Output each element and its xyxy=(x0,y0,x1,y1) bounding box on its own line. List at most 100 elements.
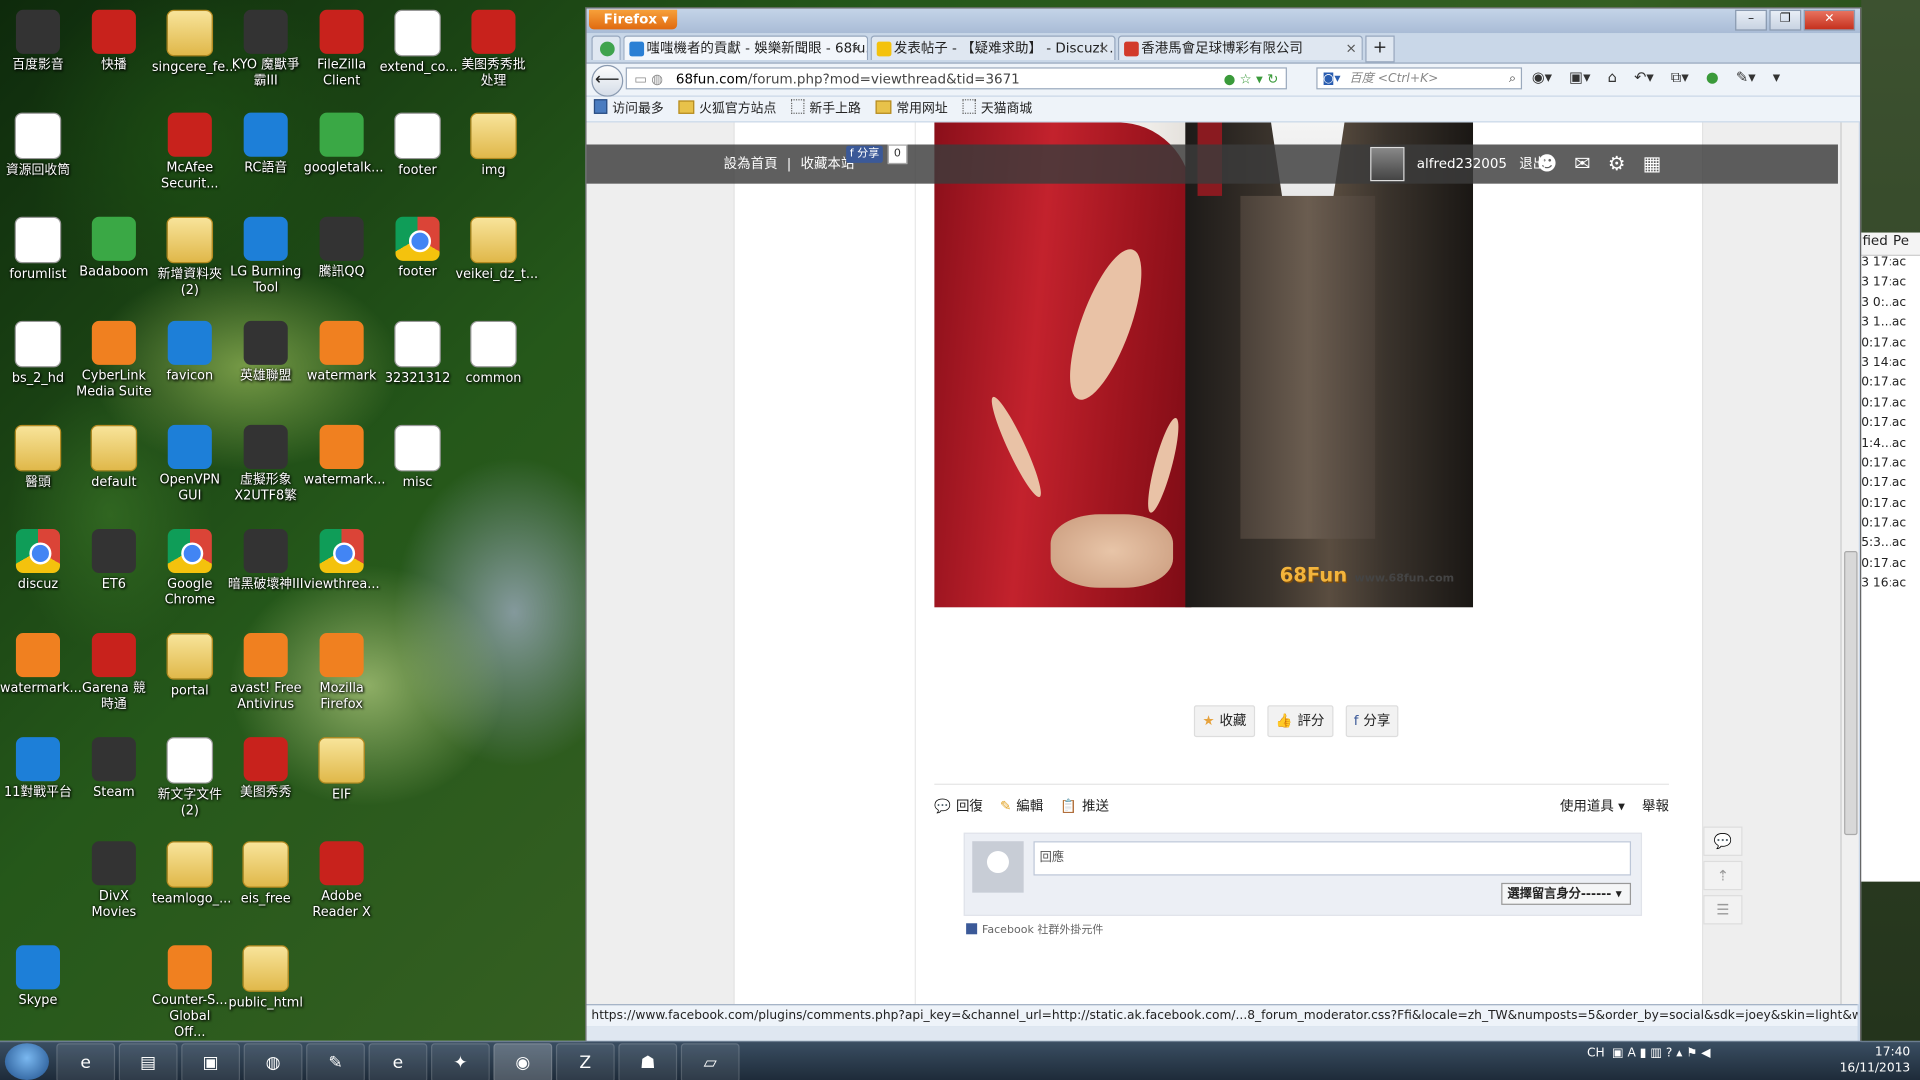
file-list-row[interactable]: 3 14:...ac xyxy=(1860,356,1920,376)
desktop-icon[interactable]: OpenVPN GUI xyxy=(152,424,228,505)
desktop-icon[interactable]: common xyxy=(456,320,532,387)
go-icons[interactable]: ● ☆ ▾ ↻ xyxy=(1224,69,1279,89)
desktop-icon[interactable]: 美图秀秀批处理 xyxy=(456,9,532,90)
file-list-row[interactable]: 3 1... ac xyxy=(1860,316,1920,336)
tab-groups-button[interactable] xyxy=(591,35,621,61)
new-tab-button[interactable]: + xyxy=(1365,35,1395,63)
desktop-icon[interactable]: public_html xyxy=(228,945,304,1011)
reply-button[interactable]: 💬 回復 xyxy=(934,796,983,816)
home-icon[interactable]: ⌂ xyxy=(1608,69,1617,87)
avatar[interactable] xyxy=(1370,146,1405,182)
use-tools-menu[interactable]: 使用道具 ▾ xyxy=(1560,796,1625,816)
desktop-icon[interactable]: portal xyxy=(152,633,228,699)
grid-menu-icon[interactable]: ▦ xyxy=(1643,144,1662,183)
file-list-row[interactable]: 0:17...ac xyxy=(1860,416,1920,436)
gear-icon[interactable]: ⚙ xyxy=(1608,144,1626,183)
desktop-icon[interactable]: DivX Movies xyxy=(76,841,152,921)
taskbar-item-garena[interactable]: ☗ xyxy=(618,1043,678,1080)
set-home-link[interactable]: 設為首頁 xyxy=(724,156,778,172)
desktop-icon[interactable]: Mozilla Firefox xyxy=(304,633,380,713)
minimize-button[interactable]: – xyxy=(1735,9,1767,31)
file-list-row[interactable]: 0:17...ac xyxy=(1860,376,1920,396)
desktop-icon[interactable]: watermark xyxy=(304,320,380,385)
desktop-icon[interactable]: default xyxy=(76,424,152,491)
desktop-icon[interactable]: CyberLink Media Suite xyxy=(76,320,152,401)
desktop-icon[interactable]: watermark... xyxy=(0,633,82,697)
profile-icon[interactable]: ☻ xyxy=(1537,144,1557,183)
desktop-icon[interactable]: Garena 競時通 xyxy=(76,633,152,713)
file-list-row[interactable]: 3 16:...ac xyxy=(1860,577,1920,597)
desktop-icon[interactable]: googletalk... xyxy=(304,112,383,177)
column-modified[interactable]: fied xyxy=(1860,233,1891,255)
desktop-icon[interactable]: 英雄聯盟 xyxy=(228,320,304,385)
back-to-top-icon[interactable]: ⇡ xyxy=(1703,860,1743,891)
desktop-icon[interactable]: 11對戰平台 xyxy=(0,737,76,801)
taskbar-item-filezilla[interactable]: Z xyxy=(555,1043,615,1080)
taskbar-item-chrome[interactable]: ◍ xyxy=(243,1043,303,1080)
desktop-icon[interactable]: Steam xyxy=(76,737,152,801)
bookmark-item[interactable]: 天猫商城 xyxy=(962,97,1032,121)
fb-share-button[interactable]: f 分享 xyxy=(846,145,883,163)
search-input[interactable]: ◙▾ 百度 <Ctrl+K> ⌕ xyxy=(1316,67,1523,91)
extension-icon[interactable]: ✎▾ xyxy=(1736,69,1756,87)
close-window-button[interactable]: ✕ xyxy=(1803,9,1856,31)
menu-overflow-icon[interactable]: ▾ xyxy=(1773,69,1780,87)
search-engine-icon[interactable]: ◙▾ xyxy=(1322,69,1340,91)
desktop-icon[interactable]: EIF xyxy=(304,737,380,803)
taskbar-item-monitor[interactable]: ▣ xyxy=(181,1043,241,1080)
desktop-icon[interactable]: RC語音 xyxy=(228,112,304,177)
desktop-icon[interactable]: watermark... xyxy=(304,424,385,489)
desktop-icon[interactable]: Google Chrome xyxy=(152,528,228,609)
browser-tab[interactable]: 香港馬會足球博彩有限公司 × xyxy=(1117,35,1363,61)
site-identity-icon[interactable]: ▭ ◍ xyxy=(634,69,663,89)
desktop-icon[interactable]: KYO 魔獸爭霸III xyxy=(228,9,304,90)
file-list-row[interactable]: 0:17...ac xyxy=(1860,517,1920,537)
taskbar-item-ie9[interactable]: e xyxy=(368,1043,428,1080)
desktop-icon[interactable]: favicon xyxy=(152,320,228,385)
desktop-icon[interactable]: 美图秀秀 xyxy=(228,737,304,801)
desktop-icon[interactable]: footer xyxy=(380,112,456,179)
file-list-row[interactable]: 0:17...ac xyxy=(1860,477,1920,497)
vertical-scrollbar[interactable] xyxy=(1840,122,1859,1005)
taskbar-item-paint[interactable]: ✎ xyxy=(306,1043,365,1080)
browser-tab[interactable]: 嗤嗤機者的貢獻 - 娛樂新聞眼 - 68fu... × xyxy=(623,35,869,61)
edit-button[interactable]: ✎ 編輯 xyxy=(1000,796,1043,816)
bookmark-item[interactable]: 火狐官方站点 xyxy=(678,97,776,121)
desktop-icon[interactable]: ET6 xyxy=(76,528,152,593)
desktop-icon[interactable]: footer xyxy=(380,216,456,281)
firefox-menu-button[interactable]: Firefox ▾ xyxy=(588,9,678,30)
report-link[interactable]: 舉報 xyxy=(1642,796,1669,816)
maximize-button[interactable]: ❐ xyxy=(1769,9,1802,31)
desktop-icon[interactable]: Adobe Reader X xyxy=(304,841,380,921)
start-button[interactable] xyxy=(4,1043,49,1080)
desktop-icon[interactable]: 騰訊QQ xyxy=(304,216,380,281)
bookmarks-menu-icon[interactable]: ▣▾ xyxy=(1569,69,1590,87)
desktop-icon[interactable]: misc xyxy=(380,424,456,491)
url-bar[interactable]: ▭ ◍ 68fun.com/forum.php?mod=viewthread&t… xyxy=(625,67,1287,90)
back-button[interactable]: ⟵ xyxy=(591,64,624,97)
file-list-row[interactable]: 0:17...ac xyxy=(1860,457,1920,477)
list-icon[interactable]: ☰ xyxy=(1703,895,1743,925)
chat-addon-icon[interactable]: ● xyxy=(1706,69,1719,87)
desktop-icon[interactable]: veikei_dz_t... xyxy=(456,216,538,283)
desktop-icon[interactable]: Counter-S... Global Off... xyxy=(152,945,228,1041)
clock[interactable]: 17:40 16/11/2013 xyxy=(1840,1044,1911,1076)
desktop-icon[interactable]: forumlist xyxy=(0,216,76,283)
mail-icon[interactable]: ✉ xyxy=(1574,144,1590,183)
file-list-row[interactable]: 1:4... ac xyxy=(1860,437,1920,457)
file-list-row[interactable]: 3 0:...ac xyxy=(1860,296,1920,316)
close-tab-icon[interactable]: × xyxy=(851,37,862,60)
desktop-icon[interactable]: LG Burning Tool xyxy=(228,216,304,297)
desktop-icon[interactable]: viewthrea... xyxy=(304,528,380,593)
ime-icons[interactable]: ▣ A ▮ ▥ ? ▴ ⚑ ◀ xyxy=(1612,1047,1711,1060)
taskbar-item-tool[interactable]: ✦ xyxy=(431,1043,490,1080)
close-tab-icon[interactable]: × xyxy=(1098,37,1109,60)
fb-identity-select[interactable]: 選擇留言身分------ ▾ xyxy=(1501,882,1632,905)
desktop-icon[interactable]: 暗黑破壞神III xyxy=(228,528,304,593)
rate-button[interactable]: 👍 評分 xyxy=(1267,705,1333,738)
fb-comment-input[interactable]: 回應 xyxy=(1033,841,1632,876)
desktop-icon[interactable]: McAfee Securit... xyxy=(152,112,228,193)
taskbar-item-explorer[interactable]: ▤ xyxy=(118,1043,178,1080)
desktop-icon[interactable]: 虛擬形象X2UTF8繁 xyxy=(228,424,304,505)
desktop-icon[interactable]: 資源回收筒 xyxy=(0,112,76,179)
